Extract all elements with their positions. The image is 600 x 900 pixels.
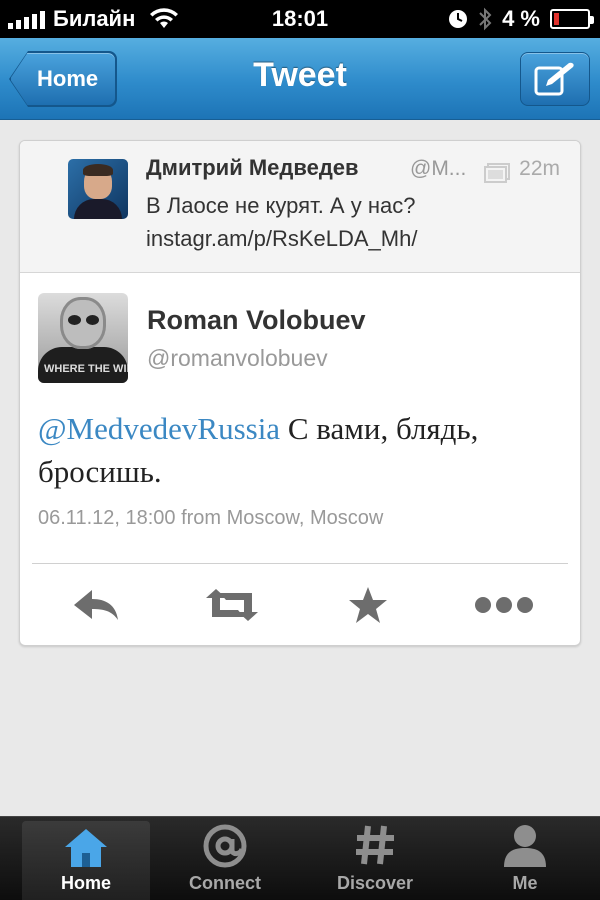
divider bbox=[32, 563, 568, 564]
parent-author-handle: @M... bbox=[410, 157, 467, 180]
tab-home-label: Home bbox=[60, 873, 111, 893]
status-bar-right: 4 % bbox=[448, 6, 594, 32]
home-icon bbox=[65, 829, 107, 867]
reply-button[interactable] bbox=[64, 583, 128, 627]
tab-discover-label: Discover bbox=[336, 873, 414, 893]
parent-author-avatar[interactable] bbox=[68, 159, 128, 219]
more-icon bbox=[475, 597, 533, 613]
favorite-button[interactable] bbox=[336, 583, 400, 627]
page-title: Tweet bbox=[253, 56, 347, 94]
parent-tweet-text: В Лаосе не курят. А у нас? instagr.am/p/… bbox=[146, 189, 417, 255]
parent-timestamp: 22m bbox=[519, 157, 560, 180]
tab-bar: Home Connect Discover Me bbox=[0, 816, 600, 900]
retweet-button[interactable] bbox=[200, 583, 264, 627]
more-button[interactable] bbox=[472, 583, 536, 627]
reply-icon bbox=[74, 590, 118, 620]
compose-icon bbox=[534, 62, 574, 96]
mention-link[interactable]: @MedvedevRussia bbox=[38, 411, 280, 446]
parent-tweet-line1: В Лаосе не курят. А у нас? bbox=[146, 193, 416, 218]
retweet-icon bbox=[206, 589, 258, 621]
tab-discover[interactable]: Discover bbox=[300, 817, 450, 900]
tweet-detail-card: Дмитрий Медведев @M... 22m В Лаосе не ку… bbox=[19, 140, 581, 646]
favorite-icon bbox=[349, 587, 387, 623]
author-name[interactable]: Roman Volobuev bbox=[147, 305, 366, 336]
parent-tweet-link[interactable]: instagr.am/p/RsKeLDA_Mh/ bbox=[146, 222, 417, 255]
tab-me-label: Me bbox=[512, 873, 538, 893]
hashtag-icon bbox=[356, 825, 394, 865]
tab-me[interactable]: Me bbox=[450, 817, 600, 900]
person-icon bbox=[504, 825, 546, 867]
compose-button[interactable] bbox=[520, 52, 590, 106]
parent-author-name: Дмитрий Медведев bbox=[146, 155, 359, 180]
author-avatar[interactable]: WHERE THE WILD bbox=[38, 293, 128, 383]
tweet-actions bbox=[20, 583, 580, 627]
at-icon bbox=[203, 824, 247, 868]
navigation-bar: Home Tweet bbox=[0, 38, 600, 120]
gallery-icon bbox=[484, 163, 510, 183]
tab-connect-label: Connect bbox=[189, 873, 261, 893]
author-handle[interactable]: @romanvolobuev bbox=[147, 345, 328, 372]
tab-connect[interactable]: Connect bbox=[150, 817, 300, 900]
avatar-shirt-text: WHERE THE WILD bbox=[44, 363, 128, 375]
bluetooth-icon bbox=[479, 7, 492, 31]
status-bar: Билайн 18:01 4 % bbox=[0, 0, 600, 38]
in-reply-to-tweet[interactable]: Дмитрий Медведев @M... 22m В Лаосе не ку… bbox=[20, 141, 580, 273]
battery-percent: 4 % bbox=[502, 6, 540, 31]
battery-icon bbox=[550, 9, 594, 29]
tweet-timestamp-location: 06.11.12, 18:00 from Moscow, Moscow bbox=[38, 507, 384, 529]
tweet-text: @MedvedevRussia С вами, блядь, бросишь. bbox=[38, 407, 568, 493]
battery-level bbox=[554, 13, 559, 25]
tab-home[interactable]: Home bbox=[22, 821, 150, 900]
clock-icon bbox=[449, 10, 468, 28]
